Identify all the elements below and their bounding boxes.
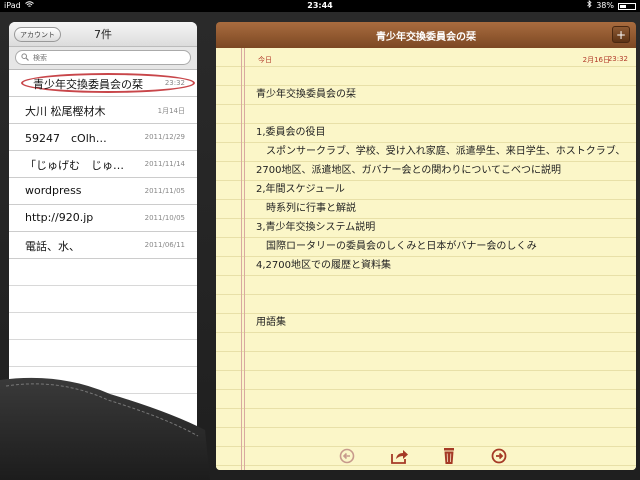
note-line: 2,年間スケジュール: [256, 184, 345, 195]
note-date: 1月14日: [157, 107, 185, 115]
note-line: 国際ロータリーの委員会のしくみと日本がバナー会のしくみ: [256, 241, 537, 252]
delete-button[interactable]: [438, 446, 460, 466]
list-item[interactable]: 大川 松尾樫材木 1月14日: [9, 97, 197, 124]
note-line: 青少年交換委員会の栞: [256, 89, 356, 100]
margin-line: [244, 48, 245, 470]
note-date: 2011/12/29: [144, 133, 185, 141]
note-time-label: 23:32: [607, 55, 628, 63]
search-field[interactable]: [15, 50, 191, 65]
note-line: [256, 294, 628, 313]
list-item[interactable]: http://920.jp 2011/10/05: [9, 205, 197, 232]
add-note-button[interactable]: +: [612, 26, 630, 43]
note-count: 7件: [94, 28, 112, 41]
bluetooth-icon: [587, 0, 592, 12]
list-header: アカウント 7件: [9, 22, 197, 47]
note-line: 4,2700地区での履歴と資料集: [256, 260, 391, 271]
list-item[interactable]: 「じゅげむ じゅ… 2011/11/14: [9, 151, 197, 178]
note-title: 59247 cOlh…: [25, 132, 107, 145]
trash-icon: [444, 448, 454, 464]
list-item[interactable]: 電話、水、 2011/06/11: [9, 232, 197, 259]
note-line: 用語集: [256, 317, 286, 328]
leather-pocket-decoration: [0, 377, 210, 480]
note-date: 2011/11/14: [144, 160, 185, 168]
note-line: 3,青少年交換システム説明: [256, 222, 376, 233]
list-item-selected[interactable]: 青少年交換委員会の栞 23:32: [9, 70, 197, 97]
note-body[interactable]: 青少年交換委員会の栞 1,委員会の役目 スポンサークラブ、学校、受け入れ家庭、派…: [256, 85, 628, 332]
note-line: スポンサークラブ、学校、受け入れ家庭、派遣學生、来日学生、ホストクラブ、2700…: [256, 146, 626, 176]
note-date: 2011/06/11: [144, 241, 185, 249]
forward-arrow-icon: [491, 448, 507, 464]
status-time: 23:44: [307, 1, 333, 10]
note-title: wordpress: [25, 184, 82, 197]
note-line: 1,委員会の役目: [256, 127, 326, 138]
note-line: [256, 275, 628, 294]
search-input[interactable]: [33, 51, 183, 64]
note-view: 青少年交換委員会の栞 + 今日 2月16日 23:32 青少年交換委員会の栞 1…: [216, 22, 636, 470]
note-line: 時系列に行事と解説: [256, 203, 356, 214]
status-bar: iPad 23:44 38%: [0, 0, 640, 12]
note-title: 大川 松尾樫材木: [25, 105, 106, 118]
note-title: 青少年交換委員会の栞: [33, 78, 143, 91]
notes-list: 青少年交換委員会の栞 23:32 大川 松尾樫材木 1月14日 59247 cO…: [9, 70, 197, 259]
search-bar: [9, 47, 197, 70]
note-date: 2011/10/05: [144, 214, 185, 222]
battery-percent: 38%: [596, 1, 614, 10]
note-date: 23:32: [164, 79, 185, 87]
note-line: [256, 104, 628, 123]
next-note-button[interactable]: [488, 446, 510, 466]
note-title: 電話、水、: [25, 240, 80, 253]
search-icon: [21, 53, 29, 63]
share-icon: [391, 450, 408, 464]
note-header: 青少年交換委員会の栞 +: [216, 22, 636, 49]
note-date-label: 2月16日: [582, 56, 610, 64]
margin-line: [241, 48, 242, 470]
list-item[interactable]: wordpress 2011/11/05: [9, 178, 197, 205]
note-title: http://920.jp: [25, 211, 94, 224]
share-button[interactable]: [388, 446, 410, 466]
note-toolbar: [216, 444, 636, 468]
note-header-title: 青少年交換委員会の栞: [376, 32, 476, 43]
back-arrow-icon: [339, 448, 355, 464]
note-date: 2011/11/05: [144, 187, 185, 195]
today-label: 今日: [258, 56, 272, 64]
previous-note-button[interactable]: [336, 446, 358, 466]
list-item[interactable]: 59247 cOlh… 2011/12/29: [9, 124, 197, 151]
battery-icon: [618, 2, 636, 10]
note-title: 「じゅげむ じゅ…: [25, 159, 124, 172]
